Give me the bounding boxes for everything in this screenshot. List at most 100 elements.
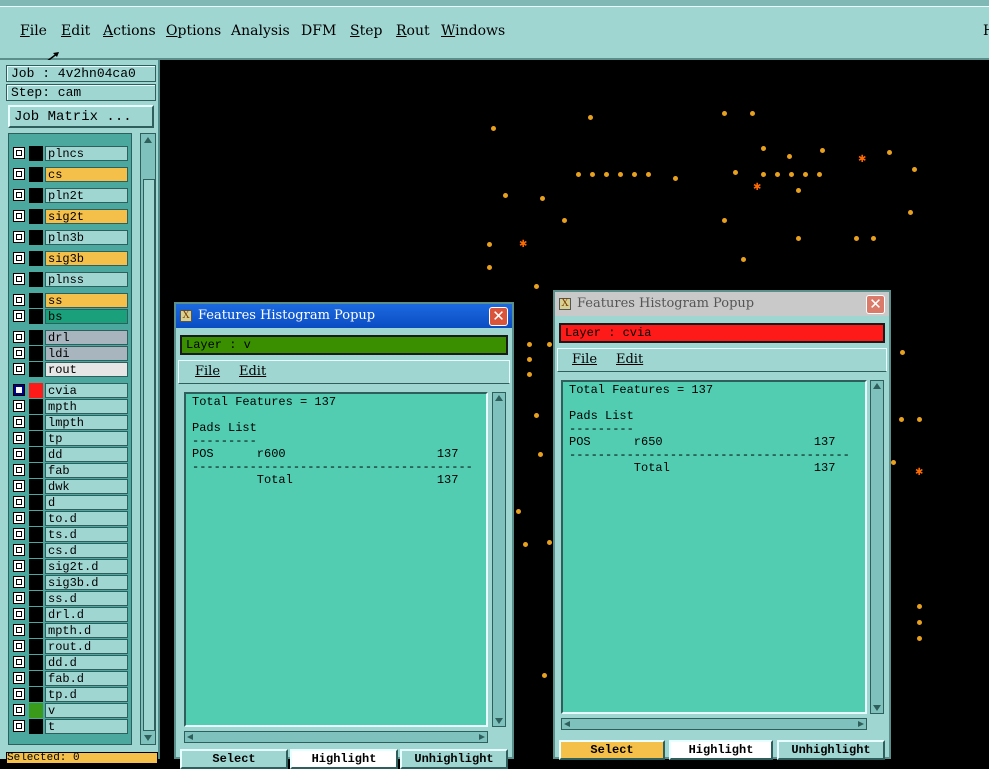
layer-name[interactable]: cs <box>45 167 128 182</box>
menu-help[interactable]: H <box>983 23 989 39</box>
layer-checkbox[interactable] <box>13 592 25 604</box>
layer-color-swatch[interactable] <box>29 146 43 161</box>
layer-row-ts-d[interactable]: ts.d <box>9 527 131 542</box>
layer-row-drl[interactable]: drl <box>9 330 131 345</box>
layer-color-swatch[interactable] <box>29 575 43 590</box>
layer-row-to-d[interactable]: to.d <box>9 511 131 526</box>
unhighlight-button[interactable]: Unhighlight <box>400 749 508 769</box>
layer-checkbox[interactable] <box>13 294 25 306</box>
layer-checkbox[interactable] <box>13 448 25 460</box>
layer-checkbox[interactable] <box>13 147 25 159</box>
layer-name[interactable]: dwk <box>45 479 128 494</box>
scroll-right-icon[interactable] <box>857 720 865 728</box>
layer-name[interactable]: sig3b <box>45 251 128 266</box>
scroll-up-icon[interactable] <box>143 136 153 144</box>
layer-row-mpth[interactable]: mpth <box>9 399 131 414</box>
layer-checkbox[interactable] <box>13 640 25 652</box>
layer-row-sig2t[interactable]: sig2t <box>9 209 131 224</box>
layer-row-tp-d[interactable]: tp.d <box>9 687 131 702</box>
layer-checkbox[interactable] <box>13 560 25 572</box>
layer-color-swatch[interactable] <box>29 607 43 622</box>
layer-row-cs[interactable]: cs <box>9 167 131 182</box>
layer-color-swatch[interactable] <box>29 167 43 182</box>
layer-name[interactable]: d <box>45 495 128 510</box>
histogram-text-area[interactable]: Total Features = 137 Pads List ---------… <box>561 380 867 714</box>
layer-checkbox[interactable] <box>13 544 25 556</box>
layer-color-swatch[interactable] <box>29 251 43 266</box>
menu-edit[interactable]: Edit <box>61 23 90 39</box>
scroll-down-icon[interactable] <box>494 717 504 725</box>
histogram-hscroll[interactable] <box>561 718 867 730</box>
layer-checkbox[interactable] <box>13 624 25 636</box>
layer-row-fab-d[interactable]: fab.d <box>9 671 131 686</box>
layer-row-ldi[interactable]: ldi <box>9 346 131 361</box>
histogram-vscroll[interactable] <box>492 392 506 727</box>
layer-checkbox[interactable] <box>13 231 25 243</box>
layer-row-sig3b[interactable]: sig3b <box>9 251 131 266</box>
layer-checkbox[interactable] <box>13 656 25 668</box>
layer-color-swatch[interactable] <box>29 330 43 345</box>
layer-checkbox[interactable] <box>13 608 25 620</box>
layer-list-scrollbar[interactable] <box>140 133 156 745</box>
layer-row-mpth-d[interactable]: mpth.d <box>9 623 131 638</box>
unhighlight-button[interactable]: Unhighlight <box>777 740 885 760</box>
layer-name[interactable]: v <box>45 703 128 718</box>
layer-name[interactable]: dd.d <box>45 655 128 670</box>
layer-name[interactable]: sig2t.d <box>45 559 128 574</box>
menu-options[interactable]: Options <box>166 23 221 39</box>
scroll-left-icon[interactable] <box>563 720 571 728</box>
select-button[interactable]: Select <box>180 749 288 769</box>
layer-row-sig3b-d[interactable]: sig3b.d <box>9 575 131 590</box>
layer-color-swatch[interactable] <box>29 703 43 718</box>
layer-checkbox[interactable] <box>13 720 25 732</box>
layer-checkbox[interactable] <box>13 363 25 375</box>
scroll-up-icon[interactable] <box>872 382 882 390</box>
scroll-right-icon[interactable] <box>478 733 486 741</box>
layer-checkbox[interactable] <box>13 528 25 540</box>
layer-row-fab[interactable]: fab <box>9 463 131 478</box>
layer-color-swatch[interactable] <box>29 293 43 308</box>
highlight-button[interactable]: Highlight <box>669 740 773 760</box>
layer-name[interactable]: dd <box>45 447 128 462</box>
layer-name[interactable]: sig3b.d <box>45 575 128 590</box>
menu-dfm[interactable]: DFM <box>301 23 336 39</box>
layer-color-swatch[interactable] <box>29 431 43 446</box>
menu-file[interactable]: File <box>20 23 47 39</box>
layer-color-swatch[interactable] <box>29 383 43 398</box>
layer-color-swatch[interactable] <box>29 209 43 224</box>
highlight-button[interactable]: Highlight <box>290 749 398 769</box>
layer-checkbox[interactable] <box>13 168 25 180</box>
layer-row-pln3b[interactable]: pln3b <box>9 230 131 245</box>
layer-checkbox[interactable] <box>13 416 25 428</box>
layer-checkbox[interactable] <box>13 672 25 684</box>
histogram-vscroll[interactable] <box>870 380 884 714</box>
layer-name[interactable]: fab <box>45 463 128 478</box>
layer-color-swatch[interactable] <box>29 230 43 245</box>
layer-name[interactable]: ss <box>45 293 128 308</box>
scroll-left-icon[interactable] <box>186 733 194 741</box>
layer-row-v[interactable]: v <box>9 703 131 718</box>
menu-actions[interactable]: Actions <box>103 23 156 39</box>
layer-row-cvia[interactable]: cvia <box>9 383 131 398</box>
layer-name[interactable]: rout <box>45 362 128 377</box>
popup-title-bar[interactable]: X Features Histogram Popup ✕ <box>555 292 889 316</box>
layer-color-swatch[interactable] <box>29 479 43 494</box>
layer-row-rout[interactable]: rout <box>9 362 131 377</box>
layer-row-d[interactable]: d <box>9 495 131 510</box>
layer-color-swatch[interactable] <box>29 623 43 638</box>
select-button[interactable]: Select <box>559 740 665 760</box>
popup-title-bar[interactable]: X Features Histogram Popup ✕ <box>176 304 512 328</box>
layer-name[interactable]: tp.d <box>45 687 128 702</box>
layer-color-swatch[interactable] <box>29 346 43 361</box>
layer-row-dd-d[interactable]: dd.d <box>9 655 131 670</box>
layer-color-swatch[interactable] <box>29 415 43 430</box>
layer-checkbox[interactable] <box>13 480 25 492</box>
layer-name[interactable]: plncs <box>45 146 128 161</box>
layer-name[interactable]: lmpth <box>45 415 128 430</box>
layer-name[interactable]: cs.d <box>45 543 128 558</box>
scroll-down-icon[interactable] <box>143 734 153 742</box>
histogram-text-area[interactable]: Total Features = 137 Pads List ---------… <box>184 392 488 727</box>
layer-row-sig2t-d[interactable]: sig2t.d <box>9 559 131 574</box>
layer-row-plncs[interactable]: plncs <box>9 146 131 161</box>
layer-name[interactable]: sig2t <box>45 209 128 224</box>
